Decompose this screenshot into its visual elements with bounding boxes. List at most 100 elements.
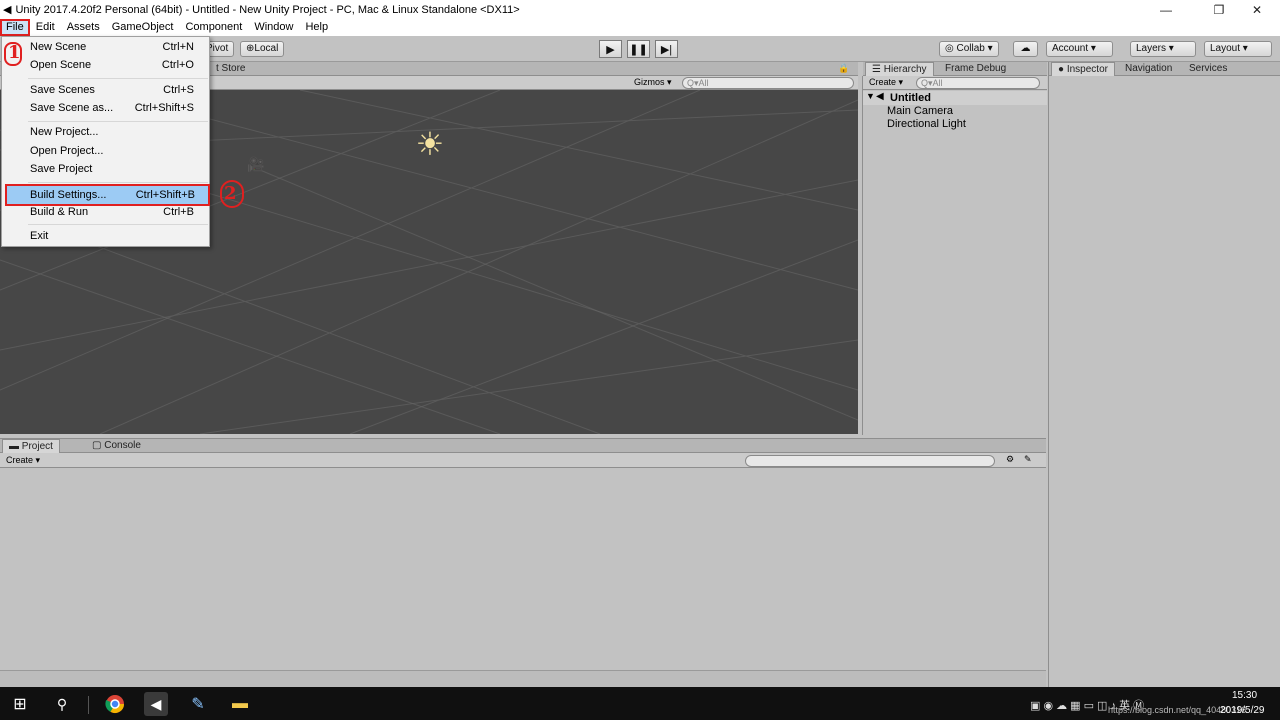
step-button[interactable]: ▶| (655, 40, 678, 58)
unity-scene-icon: ◀ (876, 91, 884, 102)
lock-icon[interactable]: 🔒 (838, 63, 849, 74)
menu-help[interactable]: Help (299, 19, 334, 36)
menu-file[interactable]: File (0, 19, 30, 36)
layout-dropdown[interactable]: Layout ▾ (1204, 41, 1272, 57)
filter-label-icon[interactable]: ✎ (1024, 454, 1032, 465)
expand-arrow-icon[interactable]: ▼ (866, 91, 875, 101)
inspector-tabbar: ● Inspector Navigation Services (1049, 62, 1280, 76)
close-button[interactable]: ✕ (1234, 0, 1280, 19)
scene-search-input[interactable]: Q▾All (682, 77, 854, 89)
project-search-input[interactable] (745, 455, 995, 467)
collab-label: Collab ▾ (956, 43, 993, 54)
menu-gameobject[interactable]: GameObject (106, 19, 180, 36)
clock-time[interactable]: 15:30 (1232, 690, 1257, 701)
play-button[interactable]: ▶ (599, 40, 622, 58)
menu-item-open-scene[interactable]: Open Scene Ctrl+O (3, 56, 209, 74)
project-tabbar: ▬ Project ▢ Console (0, 439, 1046, 453)
unity-taskbar-icon[interactable]: ◀ (144, 692, 168, 716)
taskbar-divider (88, 696, 89, 714)
minimize-button[interactable]: — (1143, 0, 1189, 19)
menu-item-label: Save Project (30, 163, 93, 175)
collab-button[interactable]: ◎ Collab ▾ (939, 41, 999, 57)
tab-project[interactable]: ▬ Project (2, 439, 60, 453)
pause-button[interactable]: ❚❚ (627, 40, 650, 58)
cloud-icon: ☁ (1020, 43, 1031, 54)
tab-inspector[interactable]: ● Inspector (1051, 62, 1115, 76)
file-menu-dropdown: New Scene Ctrl+N Open Scene Ctrl+O Save Sc… (1, 36, 210, 247)
file-explorer-icon[interactable]: ▬ (228, 692, 252, 716)
menu-item-new-scene[interactable]: New Scene Ctrl+N (3, 38, 209, 56)
menu-item-shortcut: Ctrl+B (163, 206, 194, 218)
menu-item-build-and-run[interactable]: Build & Run Ctrl+B (3, 203, 209, 221)
hierarchy-panel: ☰ Hierarchy Frame Debug Create ▾ Q▾All ▼… (862, 62, 1047, 435)
menu-item-save-project[interactable]: Save Project (3, 160, 209, 178)
search-icon[interactable]: ⚲ (50, 692, 74, 716)
scene-root-row[interactable]: ▼ ◀ Untitled (863, 91, 1047, 105)
paint-app-icon[interactable]: ✎ (186, 692, 210, 716)
hierarchy-create-button[interactable]: Create ▾ (869, 77, 903, 88)
windows-start-icon[interactable]: ⊞ (8, 692, 32, 716)
menu-bar: File Edit Assets GameObject Component Wi… (0, 19, 1280, 36)
console-icon: ▢ (92, 440, 105, 451)
menu-separator (28, 121, 208, 122)
tab-inspector-label: Inspector (1066, 64, 1108, 75)
tab-project-label: Project (21, 441, 53, 452)
folder-icon: ▬ (9, 441, 22, 452)
tab-services[interactable]: Services (1183, 62, 1233, 76)
layers-dropdown[interactable]: Layers ▾ (1130, 41, 1196, 57)
hierarchy-item-directional-light[interactable]: Directional Light (887, 118, 966, 130)
menu-item-shortcut: Ctrl+N (162, 41, 194, 53)
local-toggle[interactable]: ⊕Local (240, 41, 285, 57)
directional-light-icon[interactable]: ☀ (410, 126, 450, 162)
tab-hierarchy[interactable]: ☰ Hierarchy (865, 62, 934, 76)
hierarchy-toolbar: Create ▾ Q▾All (863, 76, 1047, 90)
menu-item-exit[interactable]: Exit (3, 227, 209, 245)
tab-console[interactable]: ▢ Console (86, 439, 147, 453)
menu-item-label: Save Scenes (30, 84, 95, 96)
menu-item-label: Exit (30, 230, 49, 242)
chrome-icon[interactable] (103, 692, 127, 716)
menu-component[interactable]: Component (179, 19, 248, 36)
menu-item-new-project[interactable]: New Project... (3, 123, 209, 141)
menu-assets[interactable]: Assets (61, 19, 106, 36)
project-panel: ▬ Project ▢ Console Create ▾ ⚙ ✎ (0, 438, 1046, 670)
chrome-logo (105, 695, 124, 714)
menu-item-label: New Scene (30, 41, 87, 53)
menu-item-save-scene-as[interactable]: Save Scene as... Ctrl+Shift+S (3, 99, 209, 117)
hierarchy-item-main-camera[interactable]: Main Camera (887, 105, 953, 117)
tab-navigation[interactable]: Navigation (1119, 62, 1178, 76)
menu-separator (28, 182, 208, 183)
menu-item-shortcut: Ctrl+S (163, 84, 194, 96)
menu-separator (28, 78, 208, 79)
info-icon: ● (1058, 64, 1067, 75)
step-icon: ▶| (660, 43, 673, 56)
account-dropdown[interactable]: Account ▾ (1046, 41, 1113, 57)
inspector-panel: ● Inspector Navigation Services (1048, 62, 1280, 687)
menu-item-shortcut: Ctrl+Shift+B (135, 189, 195, 201)
menu-item-label: Build & Run (30, 206, 89, 218)
menu-item-save-scenes[interactable]: Save Scenes Ctrl+S (3, 81, 209, 99)
camera-gizmo-icon[interactable]: 🎥 (247, 156, 264, 173)
collab-icon: ◎ (945, 43, 957, 54)
menu-edit[interactable]: Edit (30, 19, 61, 36)
menu-separator (28, 224, 208, 225)
menu-window[interactable]: Window (248, 19, 299, 36)
menu-item-shortcut: Ctrl+O (161, 59, 194, 71)
annotation-circle-1 (4, 42, 22, 66)
tab-asset-store[interactable]: t Store (210, 62, 251, 76)
title-bar: ◀ Unity 2017.4.20f2 Personal (64bit) - U… (0, 0, 1280, 19)
menu-item-label: New Project... (30, 126, 99, 138)
menu-item-shortcut: Ctrl+Shift+S (134, 102, 194, 114)
filter-type-icon[interactable]: ⚙ (1006, 454, 1014, 465)
cloud-button[interactable]: ☁ (1013, 41, 1038, 57)
menu-item-label: Save Scene as... (30, 102, 114, 114)
local-label: Local (254, 43, 279, 54)
menu-item-open-project[interactable]: Open Project... (3, 142, 209, 160)
menu-item-label: Open Project... (30, 145, 104, 157)
project-create-button[interactable]: Create ▾ (6, 455, 40, 466)
hierarchy-search-input[interactable]: Q▾All (916, 77, 1040, 89)
windows-taskbar: ⊞ ⚲ ◀ ✎ ▬ ▣ ◉ ☁ ▦ ▭ ◫ ♪ 英 Ⓜ https://blog… (0, 687, 1280, 720)
gizmos-dropdown[interactable]: Gizmos ▾ (634, 77, 672, 88)
clock-date[interactable]: 2019/5/29 (1220, 705, 1265, 716)
tab-frame-debug[interactable]: Frame Debug (939, 62, 1012, 76)
